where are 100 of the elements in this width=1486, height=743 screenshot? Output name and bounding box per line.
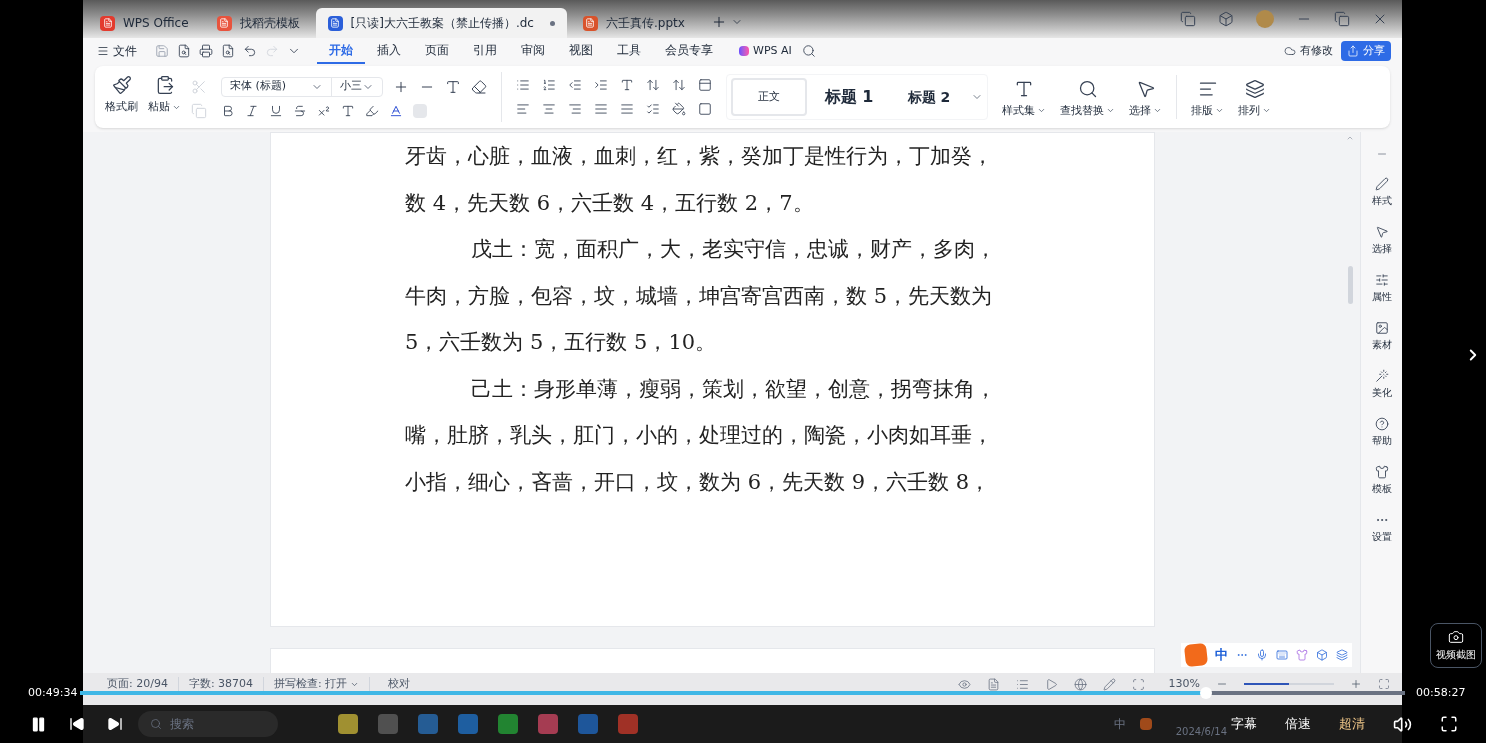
document-tab[interactable]: 找稻壳模板 <box>204 8 312 38</box>
swap-icon[interactable] <box>646 78 660 92</box>
highlight-icon[interactable] <box>365 103 379 118</box>
player-option[interactable]: 字幕 <box>1231 714 1257 734</box>
print-preview-icon[interactable] <box>221 44 235 58</box>
document-tab[interactable]: 六壬真传.pptx <box>570 8 697 38</box>
scrollbar-thumb[interactable] <box>1347 266 1353 304</box>
player-option[interactable]: 超清 <box>1339 714 1365 734</box>
globe-icon[interactable] <box>1073 677 1087 691</box>
indent-icon[interactable] <box>594 78 608 92</box>
sidebar-tool[interactable]: 素材 <box>1371 321 1392 352</box>
zoom-level[interactable]: 130% <box>1168 677 1200 691</box>
sort-icon[interactable] <box>672 78 686 92</box>
taskbar-app-icon[interactable] <box>458 714 478 734</box>
share-button[interactable]: 分享 <box>1341 41 1391 61</box>
taskbar-app-icon[interactable] <box>338 714 358 734</box>
ribbon-tool-button[interactable]: 样式集 <box>1002 78 1046 119</box>
window-list-icon[interactable] <box>1180 11 1196 27</box>
border-icon[interactable] <box>698 102 712 116</box>
style-preset[interactable]: 正文 <box>731 78 807 116</box>
volume-icon[interactable] <box>1393 714 1412 734</box>
taskbar-app-icon[interactable] <box>618 714 638 734</box>
pencil-icon[interactable] <box>1102 677 1116 691</box>
underline-icon[interactable] <box>269 103 283 118</box>
modified-status[interactable]: 有修改 <box>1284 42 1333 60</box>
ribbon-tab[interactable]: 插入 <box>365 38 413 64</box>
microphone-icon[interactable] <box>1256 649 1268 661</box>
numbered-list-icon[interactable] <box>542 78 556 92</box>
font-color-icon[interactable] <box>389 103 403 118</box>
cube-icon[interactable] <box>1218 11 1234 27</box>
eye-icon[interactable] <box>957 677 971 691</box>
find-file-icon[interactable] <box>177 44 191 58</box>
justify-icon[interactable] <box>594 102 608 116</box>
style-preset[interactable]: 标题 1 <box>811 78 887 116</box>
ribbon-tool-button[interactable]: 查找替换 <box>1060 78 1115 119</box>
ribbon-tab[interactable]: 引用 <box>461 38 509 64</box>
proofread-link[interactable]: 校对 <box>370 677 429 691</box>
fit-icon[interactable] <box>1131 677 1145 691</box>
document-tab[interactable]: WPS Office <box>88 8 201 38</box>
bullet-list-icon[interactable] <box>516 78 530 92</box>
taskbar-app-icon[interactable] <box>418 714 438 734</box>
taskbar-app-icon[interactable] <box>578 714 598 734</box>
document-tab[interactable]: [只读]大六壬教案（禁止传播）.dc <box>315 8 567 38</box>
align-left-icon[interactable] <box>516 102 530 116</box>
taskbar-app-icon[interactable] <box>378 714 398 734</box>
sidebar-tool[interactable]: 美化 <box>1371 369 1392 400</box>
skin-icon[interactable] <box>1296 649 1308 661</box>
zoom-in-icon[interactable] <box>1350 678 1362 690</box>
sidebar-tool[interactable]: 设置 <box>1371 513 1392 544</box>
undo-icon[interactable] <box>243 44 257 58</box>
next-icon[interactable] <box>107 716 123 732</box>
paste-button[interactable]: 粘贴 <box>148 75 181 119</box>
format-painter-button[interactable]: 格式刷 <box>105 75 138 119</box>
wps-ai-button[interactable]: WPS AI <box>739 42 792 60</box>
sogou-tray-icon[interactable] <box>1139 718 1152 730</box>
pause-icon[interactable] <box>30 715 47 733</box>
sidebar-tool[interactable]: 帮助 <box>1371 417 1392 448</box>
ribbon-tab[interactable]: 会员专享 <box>653 38 725 64</box>
style-preset[interactable]: 标题 2 <box>891 78 967 116</box>
search-icon[interactable] <box>801 44 816 58</box>
play-icon[interactable] <box>1044 677 1058 691</box>
sidebar-tool[interactable]: 样式 <box>1371 177 1392 208</box>
page-view-icon[interactable] <box>986 677 1000 691</box>
eraser-icon[interactable] <box>471 78 487 95</box>
ribbon-tool-button[interactable]: 排版 <box>1191 78 1224 119</box>
ime-mode[interactable]: 中 <box>1215 645 1228 665</box>
taskbar-app-icon[interactable] <box>538 714 558 734</box>
previous-icon[interactable] <box>69 716 85 732</box>
tray-ime[interactable]: 中 <box>1113 715 1126 733</box>
taskbar-app-icon[interactable] <box>498 714 518 734</box>
ribbon-tab[interactable]: 工具 <box>605 38 653 64</box>
ribbon-tab[interactable]: 审阅 <box>509 38 557 64</box>
italic-icon[interactable] <box>245 103 259 118</box>
ribbon-tool-button[interactable]: 排列 <box>1238 78 1271 119</box>
keyboard-icon[interactable] <box>1276 649 1288 661</box>
ribbon-tool-button[interactable]: 选择 <box>1129 78 1162 119</box>
align-right-icon[interactable] <box>568 102 582 116</box>
sidebar-tool[interactable]: 选择 <box>1371 225 1392 256</box>
avatar[interactable] <box>1256 10 1274 28</box>
scroll-up-icon[interactable] <box>1346 134 1354 142</box>
restore-icon[interactable] <box>1334 11 1350 27</box>
file-menu[interactable]: 文件 <box>97 42 137 60</box>
sidebar-tool[interactable]: 属性 <box>1371 273 1392 304</box>
print-icon[interactable] <box>199 44 213 58</box>
screenshot-button[interactable]: 视频截图 <box>1430 623 1482 668</box>
shading-icon[interactable] <box>672 102 686 116</box>
document-line: 己土：身形单薄，瘦弱，策划，欲望，创意，拐弯抹角， <box>470 375 996 403</box>
ribbon-tab[interactable]: 页面 <box>413 38 461 64</box>
bold-icon[interactable] <box>221 103 235 118</box>
ribbon-tab[interactable]: 视图 <box>557 38 605 64</box>
strikethrough-icon[interactable] <box>293 103 307 118</box>
outline-icon[interactable] <box>1015 677 1029 691</box>
player-option[interactable]: 倍速 <box>1285 714 1311 734</box>
sidebar-tool[interactable]: 模板 <box>1371 465 1392 496</box>
superscript-icon[interactable] <box>317 103 331 118</box>
distribute-icon[interactable] <box>620 102 634 116</box>
align-center-icon[interactable] <box>542 102 556 116</box>
outdent-icon[interactable] <box>568 78 582 92</box>
save-icon[interactable] <box>155 44 169 58</box>
fullscreen-icon[interactable] <box>1440 715 1458 733</box>
